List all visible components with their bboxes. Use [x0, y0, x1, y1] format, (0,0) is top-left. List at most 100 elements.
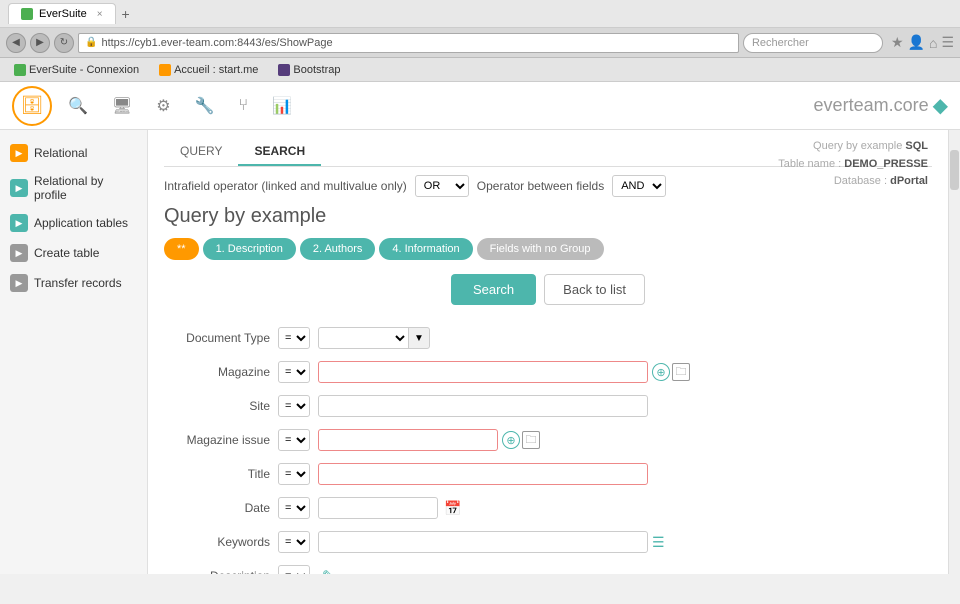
back-to-list-button[interactable]: Back to list [544, 274, 645, 305]
sidebar-item-transfer[interactable]: ▶ Transfer records [0, 268, 147, 298]
browser-controls: ◀ ▶ ↻ 🔒 https://cyb1.ever-team.com:8443/… [0, 28, 960, 58]
nav-icons: 🔍 🖥 ⚙ 🔧 ⑂ 📊 [68, 96, 814, 116]
label-magazine-issue: Magazine issue [164, 423, 274, 457]
info-db-value: dPortal [890, 175, 928, 187]
magazine-add-button[interactable]: ⊕ [652, 363, 670, 381]
label-keywords: Keywords [164, 525, 274, 559]
sidebar-arrow-create: ▶ [10, 244, 28, 262]
menu-icon[interactable]: ☰ [941, 34, 954, 51]
op-select-site[interactable]: = [278, 395, 310, 417]
browser-tab[interactable]: EverSuite × [8, 3, 116, 24]
bookmark-accueil-icon [159, 64, 171, 76]
sidebar-item-relational[interactable]: ▶ Relational [0, 138, 147, 168]
doctype-dropdown-arrow[interactable]: ▼ [408, 327, 430, 349]
op-select-description[interactable]: = [278, 565, 310, 574]
brand-dot: ◆ [933, 93, 948, 118]
doctype-select[interactable] [318, 327, 408, 349]
op-select-document-type[interactable]: = [278, 327, 310, 349]
bookmark-eversuite[interactable]: EverSuite - Connexion [8, 62, 145, 78]
label-site: Site [164, 389, 274, 423]
search-placeholder: Rechercher [752, 37, 809, 49]
keywords-list-button[interactable]: ☰ [652, 534, 665, 551]
between-label: Operator between fields [477, 179, 604, 193]
sidebar-item-relational-profile[interactable]: ▶ Relational by profile [0, 168, 147, 208]
group-tab-all[interactable]: ** [164, 238, 199, 260]
bookmark-star[interactable]: ★ [891, 34, 904, 51]
magazine-folder-button[interactable]: 🗀 [672, 363, 690, 381]
keywords-input[interactable] [318, 531, 648, 553]
nav-settings[interactable]: ⚙ [156, 96, 170, 116]
sidebar-label-create: Create table [34, 246, 99, 260]
op-select-date[interactable]: = [278, 497, 310, 519]
sidebar-item-create-table[interactable]: ▶ Create table [0, 238, 147, 268]
info-db-label: Database : [834, 175, 890, 187]
bookmark-accueil[interactable]: Accueil : start.me [153, 62, 264, 78]
back-button[interactable]: ◀ [6, 33, 26, 53]
op-select-title[interactable]: = [278, 463, 310, 485]
op-select-keywords[interactable]: = [278, 531, 310, 553]
user-icon[interactable]: 👤 [908, 34, 925, 51]
tab-search[interactable]: SEARCH [238, 138, 321, 166]
tab-close-button[interactable]: × [97, 9, 103, 20]
tab-favicon [21, 8, 33, 20]
nav-search[interactable]: 🔍 [68, 96, 88, 116]
group-tab-description[interactable]: 1. Description [203, 238, 296, 260]
table-row: Document Type = ▼ [164, 321, 932, 355]
app-brand: everteam.core ◆ [814, 93, 948, 118]
magazine-input[interactable] [318, 361, 648, 383]
bookmark-eversuite-label: EverSuite - Connexion [29, 64, 139, 76]
forward-button[interactable]: ▶ [30, 33, 50, 53]
settings-nav-icon: ⚙ [156, 96, 170, 116]
magazine-issue-folder-button[interactable]: 🗀 [522, 431, 540, 449]
description-pencil-button[interactable]: ✎ [322, 567, 335, 574]
refresh-button[interactable]: ↻ [54, 33, 74, 53]
sidebar-item-app-tables[interactable]: ▶ Application tables [0, 208, 147, 238]
search-button[interactable]: Search [451, 274, 536, 305]
table-row: Title = [164, 457, 932, 491]
group-tab-information[interactable]: 4. Information [379, 238, 472, 260]
sidebar-arrow-transfer: ▶ [10, 274, 28, 292]
bookmark-bootstrap[interactable]: Bootstrap [272, 62, 346, 78]
chart-nav-icon: 📊 [272, 96, 292, 116]
info-qbe-value: SQL [905, 140, 928, 152]
group-tab-authors[interactable]: 2. Authors [300, 238, 376, 260]
browser-search[interactable]: Rechercher [743, 33, 883, 53]
sidebar-arrow-relational: ▶ [10, 144, 28, 162]
app-logo[interactable]: 🗄 [12, 86, 52, 126]
search-nav-icon: 🔍 [68, 96, 88, 116]
nav-tools[interactable]: 🔧 [195, 96, 215, 116]
table-row: Date = 📅 [164, 491, 932, 525]
group-tabs: ** 1. Description 2. Authors 4. Informat… [164, 238, 932, 260]
form-table: Document Type = ▼ Magazine = [164, 321, 932, 574]
magazine-issue-input[interactable] [318, 429, 498, 451]
title-input[interactable] [318, 463, 648, 485]
home-icon[interactable]: ⌂ [929, 35, 937, 51]
nav-fork[interactable]: ⑂ [239, 97, 249, 115]
calendar-button[interactable]: 📅 [444, 500, 461, 517]
sidebar-label-transfer: Transfer records [34, 276, 122, 290]
main-content: ▶ Relational ▶ Relational by profile ▶ A… [0, 130, 960, 574]
magazine-issue-add-button[interactable]: ⊕ [502, 431, 520, 449]
date-input[interactable] [318, 497, 438, 519]
app-header: 🗄 🔍 🖥 ⚙ 🔧 ⑂ 📊 everteam.core ◆ [0, 82, 960, 130]
op-select-magazine-issue[interactable]: = [278, 429, 310, 451]
nav-chart[interactable]: 📊 [272, 96, 292, 116]
new-tab-button[interactable]: + [122, 6, 130, 22]
tab-query[interactable]: QUERY [164, 138, 238, 166]
table-row: Description = ✎ [164, 559, 932, 574]
group-tab-no-group[interactable]: Fields with no Group [477, 238, 604, 260]
infield-operator-select[interactable]: OR AND [415, 175, 469, 197]
scrollbar[interactable] [948, 130, 960, 574]
brand-name: everteam.core [814, 95, 929, 116]
infield-label: Intrafield operator (linked and multival… [164, 179, 407, 193]
label-document-type: Document Type [164, 321, 274, 355]
table-row: Magazine = ⊕ 🗀 [164, 355, 932, 389]
nav-monitor[interactable]: 🖥 [112, 96, 132, 116]
op-select-magazine[interactable]: = [278, 361, 310, 383]
sidebar-arrow-profile: ▶ [10, 179, 28, 197]
between-operator-select[interactable]: AND OR [612, 175, 666, 197]
label-description: Description [164, 559, 274, 574]
site-input[interactable] [318, 395, 648, 417]
label-title: Title [164, 457, 274, 491]
address-bar[interactable]: 🔒 https://cyb1.ever-team.com:8443/es/Sho… [78, 33, 739, 53]
